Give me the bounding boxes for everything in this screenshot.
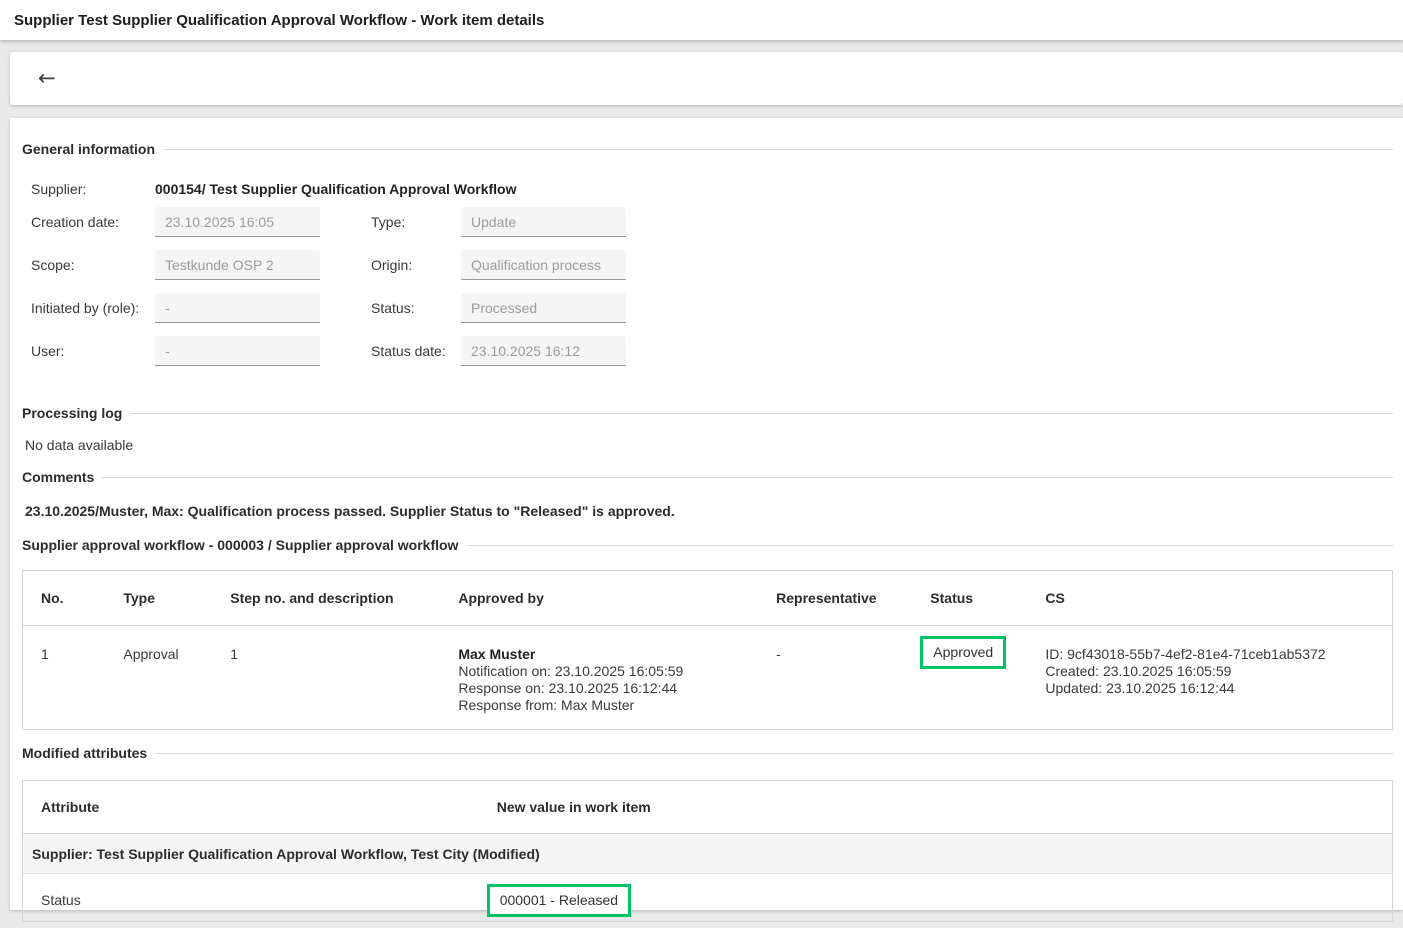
origin-label: Origin:: [371, 257, 461, 273]
workflow-row-type: Approval: [105, 626, 212, 730]
comments-heading: Comments: [22, 470, 1393, 484]
modified-attributes-heading: Modified attributes: [22, 746, 1393, 760]
processing-log-empty-text: No data available: [25, 437, 1393, 453]
workflow-row-step: 1: [212, 626, 440, 730]
cs-updated: Updated: 23.10.2025 16:12:44: [1045, 680, 1384, 697]
modified-attribute-name: Status: [23, 874, 479, 922]
processing-log-heading: Processing log: [22, 406, 1393, 420]
type-field: Update: [461, 207, 626, 237]
col-cs: CS: [1027, 571, 1392, 626]
status-label: Status:: [371, 300, 461, 316]
workflow-row-approved-by: Max Muster Notification on: 23.10.2025 1…: [440, 626, 758, 730]
status-approved-badge: Approved: [920, 636, 1006, 669]
approver-name: Max Muster: [458, 646, 750, 663]
col-type: Type: [105, 571, 212, 626]
comment-entry: 23.10.2025/Muster, Max: Qualification pr…: [25, 503, 1393, 519]
user-label: User:: [31, 343, 155, 359]
approval-workflow-heading: Supplier approval workflow - 000003 / Su…: [22, 538, 1393, 552]
response-on: Response on: 23.10.2025 16:12:44: [458, 680, 750, 697]
response-from: Response from: Max Muster: [458, 697, 750, 714]
back-arrow-icon: ←: [38, 66, 56, 90]
workflow-row: 1 Approval 1 Max Muster Notification on:…: [23, 626, 1393, 730]
toolbar: ←: [10, 52, 1403, 105]
modified-attributes-table: Attribute New value in work item Supplie…: [22, 780, 1393, 922]
supplier-row: Supplier: 000154/ Test Supplier Qualific…: [31, 174, 1393, 204]
cs-created: Created: 23.10.2025 16:05:59: [1045, 663, 1384, 680]
notification-on: Notification on: 23.10.2025 16:05:59: [458, 663, 750, 680]
type-label: Type:: [371, 214, 461, 230]
modified-group-header: Supplier: Test Supplier Qualification Ap…: [23, 834, 1393, 874]
supplier-label: Supplier:: [31, 181, 155, 197]
col-no: No.: [23, 571, 106, 626]
released-value-badge: 000001 - Released: [487, 884, 631, 917]
scope-label: Scope:: [31, 257, 155, 273]
origin-field: Qualification process: [461, 250, 626, 280]
workflow-row-no: 1: [23, 626, 106, 730]
user-field: -: [155, 336, 320, 366]
modified-group-header-row: Supplier: Test Supplier Qualification Ap…: [23, 834, 1393, 874]
status-date-field: 23.10.2025 16:12: [461, 336, 626, 366]
general-information-heading: General information: [22, 142, 1393, 156]
work-item-details-panel: General information Supplier: 000154/ Te…: [10, 118, 1403, 910]
creation-date-field: 23.10.2025 16:05: [155, 207, 320, 237]
col-new-value: New value in work item: [479, 781, 1393, 834]
status-date-label: Status date:: [371, 343, 461, 359]
initiated-by-role-label: Initiated by (role):: [31, 300, 155, 316]
col-attribute: Attribute: [23, 781, 479, 834]
supplier-value: 000154/ Test Supplier Qualification Appr…: [155, 181, 517, 197]
modified-value-row: Status 000001 - Released: [23, 874, 1393, 922]
modified-header-row: Attribute New value in work item: [23, 781, 1393, 834]
workflow-header-row: No. Type Step no. and description Approv…: [23, 571, 1393, 626]
workflow-row-cs: ID: 9cf43018-55b7-4ef2-81e4-71ceb1ab5372…: [1027, 626, 1392, 730]
workflow-row-representative: -: [758, 626, 912, 730]
workflow-row-status: Approved: [912, 626, 1027, 730]
page-title: Supplier Test Supplier Qualification App…: [14, 12, 544, 29]
col-representative: Representative: [758, 571, 912, 626]
col-status: Status: [912, 571, 1027, 626]
status-field: Processed: [461, 293, 626, 323]
cs-id: ID: 9cf43018-55b7-4ef2-81e4-71ceb1ab5372: [1045, 646, 1384, 663]
general-fields-grid: Creation date: 23.10.2025 16:05 Type: Up…: [31, 207, 1393, 366]
approval-workflow-table: No. Type Step no. and description Approv…: [22, 570, 1393, 730]
creation-date-label: Creation date:: [31, 214, 155, 230]
modified-new-value: 000001 - Released: [479, 874, 1393, 922]
scope-field: Testkunde OSP 2: [155, 250, 320, 280]
col-step: Step no. and description: [212, 571, 440, 626]
back-button[interactable]: ←: [38, 68, 56, 89]
window-titlebar: Supplier Test Supplier Qualification App…: [0, 0, 1403, 40]
initiated-by-role-field: -: [155, 293, 320, 323]
col-approved-by: Approved by: [440, 571, 758, 626]
